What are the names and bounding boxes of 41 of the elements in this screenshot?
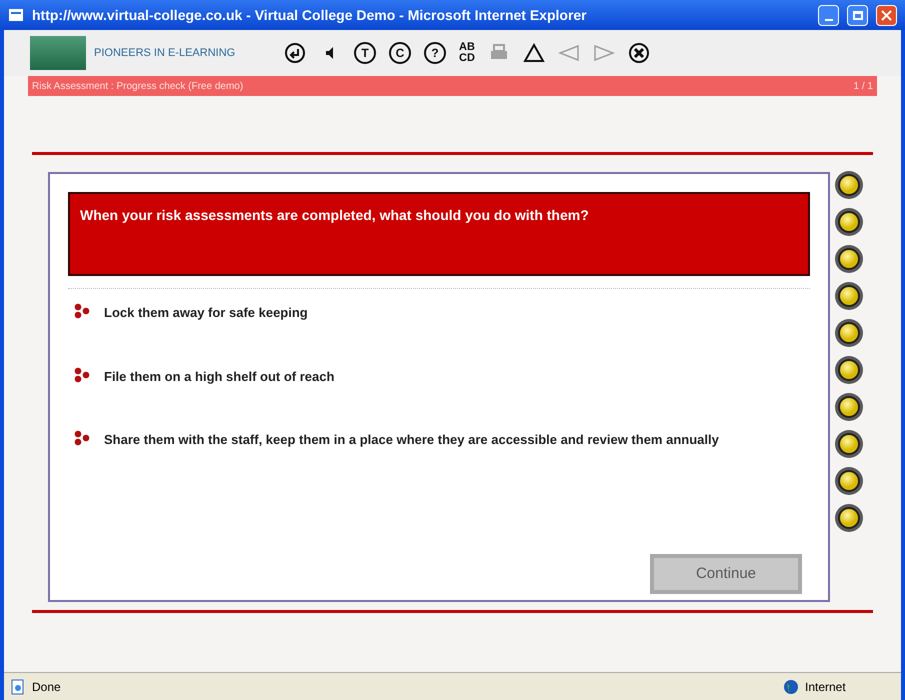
bulb-icon xyxy=(834,318,864,348)
bulb-icon xyxy=(834,429,864,459)
circled-letter-button[interactable]: ? xyxy=(424,42,446,64)
close-icon xyxy=(881,10,892,20)
status-text: Done xyxy=(32,678,62,696)
answer-option[interactable]: Share them with the staff, keep them in a place where they are accessible and review them annually xyxy=(74,430,804,450)
back-icon[interactable] xyxy=(284,42,306,64)
answer-text: File them on a high shelf out of reach xyxy=(104,368,336,386)
circled-letter-button[interactable]: T xyxy=(354,42,376,64)
bulb-icon xyxy=(834,466,864,496)
circled-letter-button[interactable]: C xyxy=(389,42,411,64)
triangle-icon[interactable] xyxy=(522,42,545,64)
glossary-button[interactable]: AB CD xyxy=(459,42,475,64)
bulb-icon xyxy=(834,355,864,385)
question-text: When your risk assessments are completed, what should you do with them? xyxy=(80,207,589,223)
minimize-button[interactable] xyxy=(818,4,839,26)
close-icon[interactable] xyxy=(628,42,650,64)
bullet-icon xyxy=(74,303,92,319)
window-title: http://www.virtual-college.co.uk - Virtual College Demo - Microsoft Internet Explorer xyxy=(32,6,588,25)
college-logo xyxy=(30,36,86,70)
browser-icon xyxy=(8,7,24,23)
bulb-icon xyxy=(834,244,864,274)
globe-icon xyxy=(783,678,799,694)
bullet-icon xyxy=(74,430,92,446)
bulb-icon xyxy=(834,392,864,422)
answer-text: Lock them away for safe keeping xyxy=(104,304,309,322)
answer-option[interactable]: Lock them away for safe keeping xyxy=(74,303,804,322)
bulb-icon xyxy=(834,170,864,200)
close-button[interactable] xyxy=(876,4,897,26)
breadcrumb: Risk Assessment : Progress check (Free demo) xyxy=(32,80,244,94)
answer-option[interactable]: File them on a high shelf out of reach xyxy=(74,366,804,386)
bulb-icon xyxy=(834,281,864,311)
bulb-icon xyxy=(834,207,864,237)
page-counter: 1 / 1 xyxy=(854,80,873,94)
maximize-button[interactable] xyxy=(847,4,868,26)
bulb-icon xyxy=(834,503,864,533)
answer-text: Share them with the staff, keep them in a place where they are accessible and review them annually xyxy=(104,431,720,449)
page-icon xyxy=(10,678,26,694)
bullet-icon xyxy=(74,366,92,382)
security-zone: Internet xyxy=(805,678,847,696)
tagline: PIONEERS IN E-LEARNING xyxy=(94,46,236,61)
